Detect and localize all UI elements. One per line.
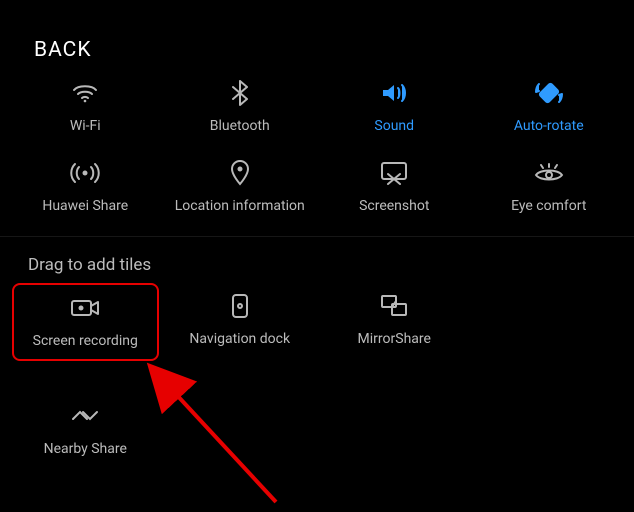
screenrecording-icon [70, 295, 100, 321]
screenshot-icon [380, 160, 408, 186]
back-button[interactable]: BACK [0, 0, 634, 62]
bluetooth-icon [231, 80, 249, 106]
autorotate-icon [535, 80, 563, 106]
tile-label: Bluetooth [210, 118, 270, 134]
tile-sound[interactable]: Sound [317, 80, 472, 134]
tile-eyecomfort[interactable]: Eye comfort [472, 160, 627, 214]
location-icon [230, 160, 250, 186]
wifi-icon [72, 80, 98, 106]
tile-label: MirrorShare [358, 331, 431, 347]
tile-label: Auto-rotate [514, 118, 584, 134]
nearbyshare-icon [70, 403, 100, 429]
huaweishare-icon [70, 160, 100, 186]
tile-bluetooth[interactable]: Bluetooth [163, 80, 318, 134]
drag-section-title: Drag to add tiles [0, 237, 634, 275]
tile-location[interactable]: Location information [163, 160, 318, 214]
empty-slot [472, 279, 627, 365]
mirrorshare-icon [380, 293, 408, 319]
tile-nearbyshare[interactable]: Nearby Share [8, 389, 163, 457]
tile-screenrecording[interactable]: Screen recording [12, 283, 159, 361]
tile-label: Navigation dock [189, 331, 290, 347]
tile-label: Screenshot [359, 198, 429, 214]
tile-wifi[interactable]: Wi-Fi [8, 80, 163, 134]
tile-label: Screen recording [33, 333, 138, 349]
tile-autorotate[interactable]: Auto-rotate [472, 80, 627, 134]
tile-label: Sound [374, 118, 414, 134]
navigationdock-icon [231, 293, 249, 319]
tile-label: Wi-Fi [70, 118, 101, 134]
tile-label: Huawei Share [42, 198, 128, 214]
available-tiles-grid: Screen recording Navigation dock MirrorS… [0, 275, 634, 457]
sound-icon [380, 80, 408, 106]
tile-screenshot[interactable]: Screenshot [317, 160, 472, 214]
tile-mirrorshare[interactable]: MirrorShare [317, 279, 472, 365]
eyecomfort-icon [534, 160, 564, 186]
tile-huaweishare[interactable]: Huawei Share [8, 160, 163, 214]
tile-label: Nearby Share [44, 441, 127, 457]
tile-label: Eye comfort [511, 198, 586, 214]
tile-navigationdock[interactable]: Navigation dock [163, 279, 318, 365]
active-tiles-grid: Wi-Fi Bluetooth Sound Auto-rotat [0, 62, 634, 214]
tile-label: Location information [175, 198, 305, 214]
